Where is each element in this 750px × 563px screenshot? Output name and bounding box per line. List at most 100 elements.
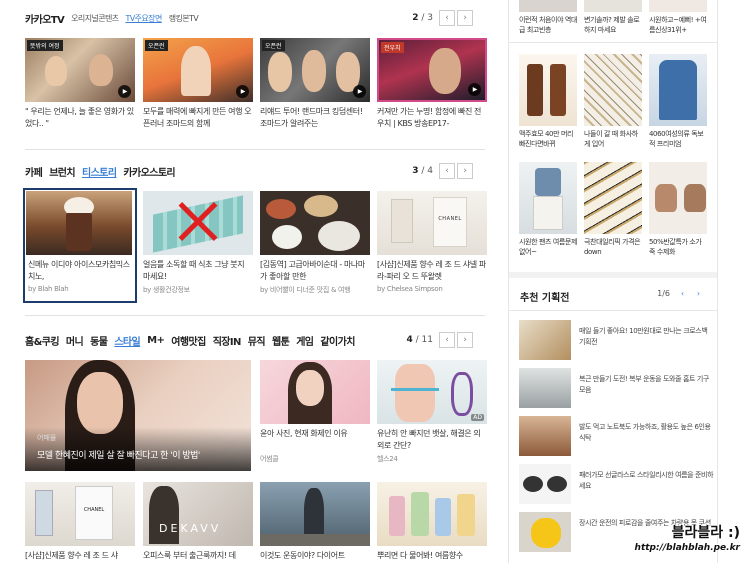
article-caption[interactable]: [사샵]신제품 향수 레 조 드 샤 — [25, 550, 135, 563]
article-caption[interactable]: 오피스룩 부터 출근룩까지! 데 — [143, 550, 253, 563]
video-thumbnail[interactable]: 전우치 ▶ — [377, 38, 487, 102]
article-thumbnail[interactable]: DEKAVV — [143, 482, 253, 546]
play-icon[interactable]: ▶ — [468, 83, 481, 96]
product-image[interactable] — [649, 0, 707, 12]
product-caption[interactable]: 극찬대일리픽 가격은down — [584, 237, 642, 257]
play-icon[interactable]: ▶ — [353, 85, 366, 98]
tab-ranking-tv[interactable]: 랭킹본TV — [169, 13, 199, 24]
blog-source[interactable]: by 비어빨이 디너준 맛집 & 여행 — [260, 285, 370, 295]
blog-caption[interactable]: [김동역] 고급아바이순대 - 마나마가 좋아할 만한 — [260, 259, 370, 283]
blog-source[interactable]: by Blah Blah — [26, 285, 134, 293]
blog-caption[interactable]: [사샵]신제품 향수 레 조 드 샤넬 파라-파리 오 드 뚜왈렛 — [377, 259, 487, 283]
tab-game[interactable]: 게임 — [296, 333, 314, 348]
article-thumbnail[interactable] — [260, 482, 370, 546]
blog-thumbnail[interactable] — [260, 191, 370, 255]
prev-button[interactable]: ‹ — [439, 10, 455, 26]
product-caption[interactable]: 50%반값특가 소가죽 수제화 — [649, 237, 707, 257]
next-button[interactable]: › — [457, 163, 473, 179]
product-image[interactable] — [519, 162, 577, 234]
blog-card-selected[interactable]: 신메뉴 이디야 아이스모카칩믹스치노, by Blah Blah — [23, 188, 137, 303]
tab-together-value[interactable]: 같이가치 — [320, 333, 355, 348]
recommend-image[interactable] — [519, 368, 571, 408]
recommend-caption[interactable]: 매일 들기 좋아요! 10만원대로 만나는 크로스백 기획전 — [579, 326, 714, 362]
article-thumbnail[interactable]: AD — [377, 360, 487, 424]
shop-item[interactable]: 극찬대일리픽 가격은down — [584, 162, 642, 257]
shop-item[interactable]: 나들이 갈 때 화사하게 입어 — [584, 54, 642, 149]
product-image[interactable] — [584, 162, 642, 234]
blog-card[interactable]: [김동역] 고급아바이순대 - 마나마가 좋아할 만한 by 비어빨이 디너준 … — [260, 191, 370, 295]
next-button[interactable]: › — [457, 332, 473, 348]
recommend-item[interactable]: 매일 들기 좋아요! 10만원대로 만나는 크로스백 기획전 — [519, 320, 714, 362]
tab-style[interactable]: 스타일 — [114, 333, 140, 348]
blog-thumbnail[interactable] — [143, 191, 253, 255]
video-card[interactable]: 오픈런 ▶ 모두를 매력에 빠지게 만든 여행 오픈러너 조마드의 함께 — [143, 38, 253, 130]
tab-kakaostory[interactable]: 카카오스토리 — [123, 164, 175, 179]
shop-item[interactable]: 맥주효모 40만 머리빠진다면바뀌 — [519, 54, 577, 149]
article-card[interactable]: CHANEL [사샵]신제품 향수 레 조 드 샤 — [25, 482, 135, 563]
video-card[interactable]: 오픈런 ▶ 리얘드 투어! 랜드마크 킹덤센터! 조마드가 알려주는 — [260, 38, 370, 130]
blog-caption[interactable]: 얼음틀 소독할 때 식초 그냥 붓지 마세요! — [143, 259, 253, 283]
video-card[interactable]: 전우치 ▶ 커져만 가는 누명! 함정에 빠진 전우치 | KBS 방송EP17… — [377, 38, 487, 130]
featured-caption[interactable]: 모델 한혜진이 제일 살 잘 빠진다고 한 '이 방법' — [37, 448, 200, 461]
tab-home-cooking[interactable]: 홈&쿠킹 — [25, 333, 60, 348]
tab-tistory[interactable]: 티스토리 — [82, 164, 117, 179]
tab-mplus[interactable]: M+ — [147, 335, 165, 346]
tab-brunch[interactable]: 브런치 — [49, 164, 75, 179]
product-caption[interactable]: 시원한 팬츠 여름문제없어~ — [519, 237, 577, 257]
product-image[interactable] — [649, 162, 707, 234]
recommend-image[interactable] — [519, 416, 571, 456]
video-thumbnail[interactable]: 오픈런 ▶ — [143, 38, 253, 102]
shop-item[interactable]: 변기솔까? 제발 솔로하지 마세요 — [584, 0, 642, 35]
recommend-item[interactable]: 복근 만들기 도전! 복부 운동을 도와줄 홈트 기구 모음 — [519, 368, 714, 410]
recommend-caption[interactable]: 발도 먹고 노트북도 가능하죠, 활용도 높은 6인용 식탁 — [579, 422, 714, 458]
tab-music[interactable]: 뮤직 — [248, 333, 266, 348]
product-caption[interactable]: 이런적 처음이야 역대급 최고빈층 — [519, 15, 577, 35]
tab-animal[interactable]: 동물 — [90, 333, 108, 348]
featured-card[interactable]: 어패뮬 모델 한혜진이 제일 살 잘 빠진다고 한 '이 방법' — [25, 360, 251, 471]
product-caption[interactable]: 맥주효모 40만 머리빠진다면바뀌 — [519, 129, 577, 149]
article-source[interactable]: 헬스24 — [377, 454, 487, 464]
recommend-caption[interactable]: 복근 만들기 도전! 복부 운동을 도와줄 홈트 기구 모음 — [579, 374, 714, 410]
article-thumbnail[interactable]: CHANEL — [25, 482, 135, 546]
product-caption[interactable]: 시원하고~예뻐! +여름신상31위+ — [649, 15, 707, 35]
article-caption[interactable]: 유난히 안 빠지던 뱃살, 해결은 의외로 간단? — [377, 428, 487, 452]
tab-webtoon[interactable]: 웹툰 — [272, 333, 290, 348]
video-thumbnail[interactable]: 뜻밖의 여정 ▶ — [25, 38, 135, 102]
tab-travel-food[interactable]: 여행맛집 — [171, 333, 206, 348]
prev-button[interactable]: ‹ — [676, 287, 689, 300]
article-caption[interactable]: 윤아 사진, 현재 화제인 이유 — [260, 428, 370, 452]
shop-item[interactable]: 시원한 팬츠 여름문제없어~ — [519, 162, 577, 257]
video-caption[interactable]: 모두를 매력에 빠지게 만든 여행 오픈러너 조마드의 함께 — [143, 106, 253, 130]
product-caption[interactable]: 나들이 갈 때 화사하게 입어 — [584, 129, 642, 149]
tab-workplace[interactable]: 직장IN — [213, 333, 242, 348]
video-caption[interactable]: " 우리는 언제나, 늘 좋은 영화가 있었다.. " — [25, 106, 135, 130]
product-image[interactable] — [584, 0, 642, 12]
next-button[interactable]: › — [692, 287, 705, 300]
blog-source[interactable]: by Chelsea Simpson — [377, 285, 487, 293]
recommend-image[interactable] — [519, 320, 571, 360]
recommend-image[interactable] — [519, 512, 571, 552]
product-image[interactable] — [649, 54, 707, 126]
recommend-item[interactable]: 발도 먹고 노트북도 가능하죠, 활용도 높은 6인용 식탁 — [519, 416, 714, 458]
recommend-caption[interactable]: 패러가모 선글라스로 스타일리시한 여름을 준비하세요 — [579, 470, 714, 506]
blog-thumbnail[interactable] — [26, 191, 132, 255]
article-caption[interactable]: 이것도 운동이야? 다이어트 — [260, 550, 370, 563]
article-card[interactable]: DEKAVV 오피스룩 부터 출근룩까지! 데 — [143, 482, 253, 563]
article-caption[interactable]: 뿌리면 다 물어봐! 여름향수 — [377, 550, 487, 563]
blog-caption[interactable]: 신메뉴 이디야 아이스모카칩믹스치노, — [26, 259, 134, 283]
product-image[interactable] — [584, 54, 642, 126]
product-caption[interactable]: 4060여성의류 독보적 프리미엄 — [649, 129, 707, 149]
blog-source[interactable]: by 생활건강정보 — [143, 285, 253, 295]
article-card[interactable]: 이것도 운동이야? 다이어트 — [260, 482, 370, 563]
prev-button[interactable]: ‹ — [439, 163, 455, 179]
video-caption[interactable]: 리얘드 투어! 랜드마크 킹덤센터! 조마드가 알려주는 — [260, 106, 370, 130]
article-card[interactable]: AD 유난히 안 빠지던 뱃살, 해결은 의외로 간단? 헬스24 — [377, 360, 487, 464]
tab-kakaotv[interactable]: 카카오TV — [25, 11, 65, 26]
blog-card[interactable]: CHANEL [사샵]신제품 향수 레 조 드 샤넬 파라-파리 오 드 뚜왈렛… — [377, 191, 487, 293]
blog-card[interactable]: 얼음틀 소독할 때 식초 그냥 붓지 마세요! by 생활건강정보 — [143, 191, 253, 295]
blog-thumbnail[interactable]: CHANEL — [377, 191, 487, 255]
product-image[interactable] — [519, 0, 577, 12]
article-card[interactable]: 윤아 사진, 현재 화제인 이유 어썸클 — [260, 360, 370, 464]
video-card[interactable]: 뜻밖의 여정 ▶ " 우리는 언제나, 늘 좋은 영화가 있었다.. " — [25, 38, 135, 130]
article-card[interactable]: 뿌리면 다 물어봐! 여름향수 — [377, 482, 487, 563]
